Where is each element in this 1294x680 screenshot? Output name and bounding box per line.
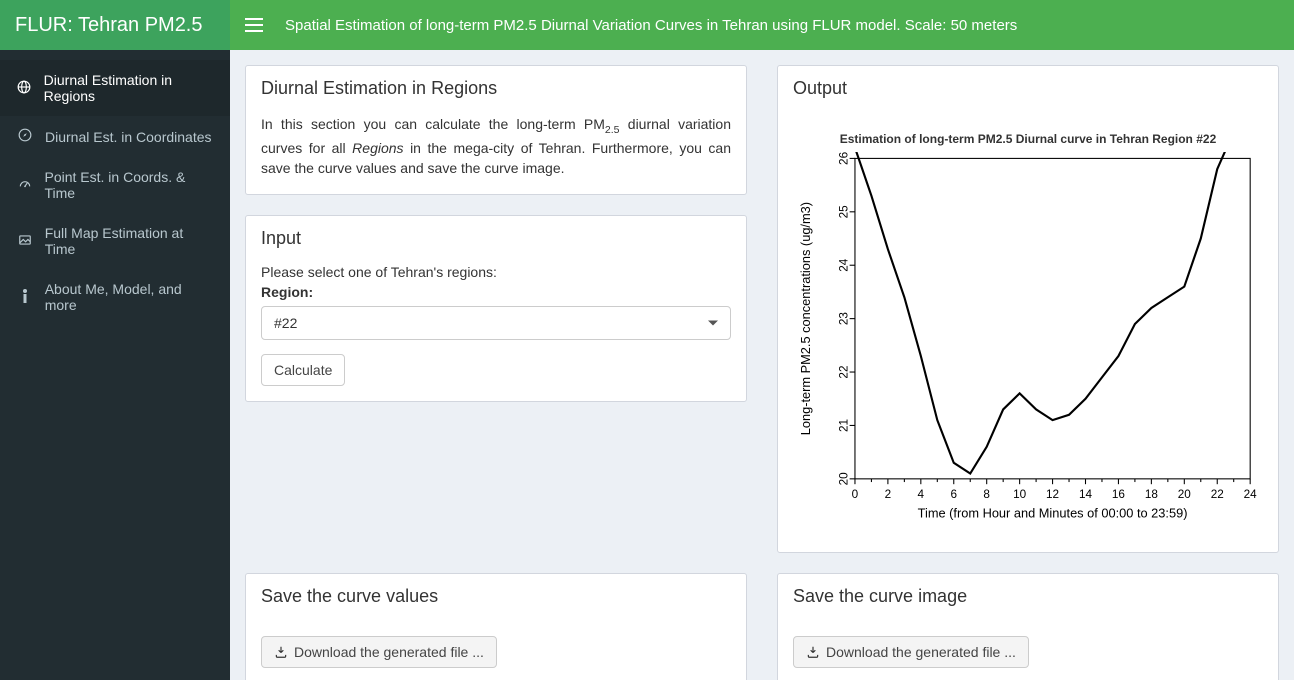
sidebar-item-label: Point Est. in Coords. & Time: [44, 169, 215, 201]
info-icon: [15, 289, 35, 306]
sidebar-item-about[interactable]: About Me, Model, and more: [0, 269, 230, 325]
sidebar-item-label: Diurnal Est. in Coordinates: [45, 129, 212, 145]
sidebar-item-regions[interactable]: Diurnal Estimation in Regions: [0, 60, 230, 116]
chart-title: Estimation of long-term PM2.5 Diurnal cu…: [793, 132, 1263, 146]
intro-text: In this section you can calculate the lo…: [261, 114, 731, 179]
svg-text:2: 2: [885, 488, 892, 501]
compass-icon: [15, 128, 35, 145]
sidebar: Diurnal Estimation in Regions Diurnal Es…: [0, 50, 230, 680]
panel-title: Save the curve values: [261, 586, 731, 607]
svg-text:20: 20: [1178, 488, 1192, 501]
svg-text:25: 25: [837, 205, 850, 219]
button-label: Download the generated file ...: [826, 644, 1016, 660]
download-icon: [274, 645, 288, 659]
sidebar-item-coordinates[interactable]: Diurnal Est. in Coordinates: [0, 116, 230, 157]
panel-save-values: Save the curve values Download the gener…: [245, 573, 747, 680]
panel-input: Input Please select one of Tehran's regi…: [245, 215, 747, 402]
svg-text:26: 26: [837, 152, 850, 165]
download-icon: [806, 645, 820, 659]
sidebar-item-fullmap[interactable]: Full Map Estimation at Time: [0, 213, 230, 269]
svg-text:24: 24: [837, 258, 850, 272]
svg-text:22: 22: [837, 366, 850, 379]
svg-text:Time (from Hour and Minutes of: Time (from Hour and Minutes of 00:00 to …: [918, 505, 1188, 520]
panel-intro: Diurnal Estimation in Regions In this se…: [245, 65, 747, 195]
svg-text:12: 12: [1046, 488, 1059, 501]
panel-title: Save the curve image: [793, 586, 1263, 607]
region-label: Region:: [261, 284, 731, 300]
svg-text:16: 16: [1112, 488, 1126, 501]
svg-text:20: 20: [837, 472, 850, 486]
panel-output: Output Estimation of long-term PM2.5 Diu…: [777, 65, 1279, 553]
svg-text:8: 8: [983, 488, 990, 501]
navbar: Spatial Estimation of long-term PM2.5 Di…: [230, 0, 1294, 50]
svg-text:14: 14: [1079, 488, 1093, 501]
gauge-icon: [15, 177, 34, 194]
sidebar-item-label: Full Map Estimation at Time: [45, 225, 215, 257]
svg-text:10: 10: [1013, 488, 1027, 501]
menu-toggle-icon[interactable]: [245, 18, 263, 32]
svg-text:21: 21: [837, 419, 850, 432]
globe-icon: [15, 80, 34, 97]
button-label: Download the generated file ...: [294, 644, 484, 660]
region-select[interactable]: #22: [261, 306, 731, 340]
calculate-button[interactable]: Calculate: [261, 354, 345, 386]
app-logo: FLUR: Tehran PM2.5: [0, 0, 230, 50]
svg-text:22: 22: [1211, 488, 1224, 501]
sidebar-item-point[interactable]: Point Est. in Coords. & Time: [0, 157, 230, 213]
svg-text:6: 6: [950, 488, 957, 501]
image-icon: [15, 233, 35, 250]
sidebar-item-label: Diurnal Estimation in Regions: [44, 72, 215, 104]
page-subtitle: Spatial Estimation of long-term PM2.5 Di…: [285, 17, 1017, 34]
download-image-button[interactable]: Download the generated file ...: [793, 636, 1029, 668]
panel-title: Diurnal Estimation in Regions: [261, 78, 731, 99]
panel-save-image: Save the curve image Download the genera…: [777, 573, 1279, 680]
panel-title: Output: [793, 78, 1263, 99]
svg-text:0: 0: [852, 488, 859, 501]
chevron-down-icon: [708, 320, 718, 325]
sidebar-item-label: About Me, Model, and more: [45, 281, 215, 313]
chart: 02468101214161820222420212223242526Time …: [793, 152, 1263, 537]
svg-text:4: 4: [918, 488, 925, 501]
svg-text:Long-term PM2.5 concentrations: Long-term PM2.5 concentrations (ug/m3): [798, 202, 813, 435]
svg-text:23: 23: [837, 312, 850, 326]
region-selected-value: #22: [274, 315, 297, 331]
download-values-button[interactable]: Download the generated file ...: [261, 636, 497, 668]
input-prompt: Please select one of Tehran's regions:: [261, 264, 731, 280]
svg-text:18: 18: [1145, 488, 1159, 501]
panel-title: Input: [261, 228, 731, 249]
svg-text:24: 24: [1244, 488, 1258, 501]
